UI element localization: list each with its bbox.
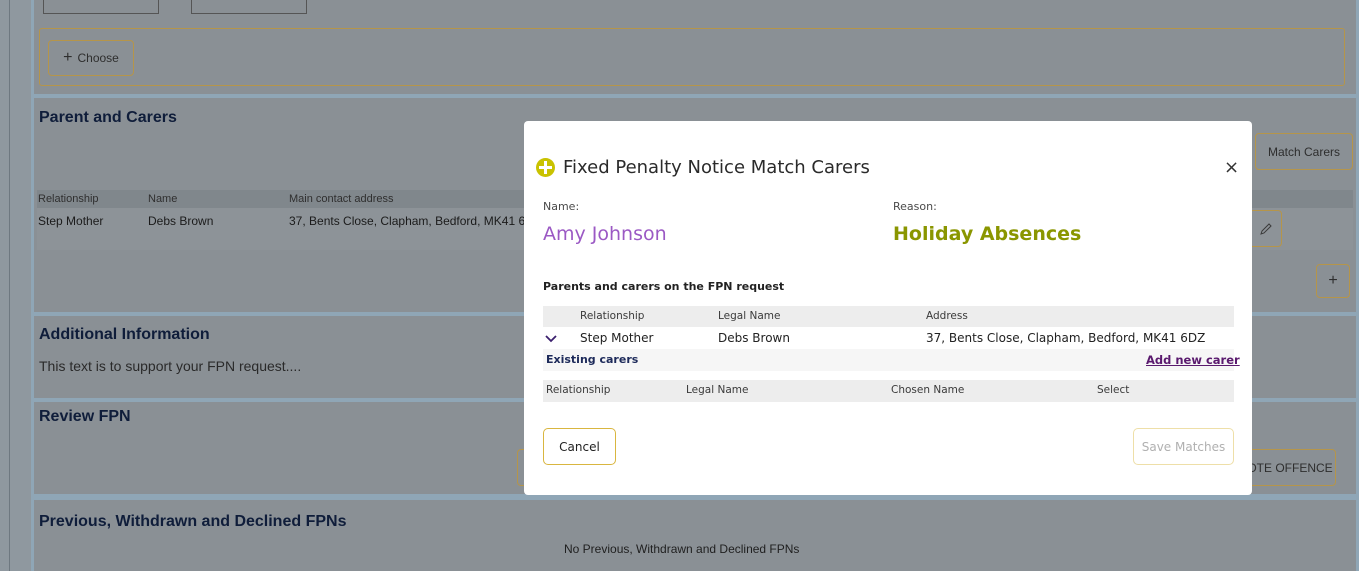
name-label: Name:: [543, 200, 580, 213]
note-offence-button[interactable]: OTE OFFENCE: [1244, 449, 1336, 486]
request-header-address: Address: [926, 310, 968, 322]
existing-header-relationship: Relationship: [546, 384, 611, 396]
carer-name: Debs Brown: [148, 214, 214, 228]
carer-header-relationship: Relationship: [38, 193, 99, 205]
plus-icon: +: [63, 49, 73, 66]
plus-circle-icon: [536, 158, 555, 177]
edit-carer-button[interactable]: [1249, 210, 1282, 247]
close-icon[interactable]: ×: [1224, 157, 1239, 178]
gutter-divider: [9, 0, 10, 571]
chevron-down-icon[interactable]: [544, 332, 558, 346]
modal-title: Fixed Penalty Notice Match Carers: [563, 157, 870, 178]
existing-table-header: Relationship Legal Name Chosen Name Sele…: [543, 380, 1234, 402]
request-header-relationship: Relationship: [580, 310, 645, 322]
carer-header-address: Main contact address: [289, 193, 394, 205]
match-carers-button[interactable]: Match Carers: [1255, 133, 1353, 170]
existing-header-chosen-name: Chosen Name: [891, 384, 965, 396]
carer-header-name: Name: [148, 193, 178, 205]
choose-button-label: Choose: [77, 51, 119, 65]
review-title: Review FPN: [39, 408, 131, 425]
previous-fpn-panel: Previous, Withdrawn and Declined FPNs No…: [34, 500, 1356, 571]
existing-carers-label: Existing carers: [546, 353, 639, 366]
add-carer-button[interactable]: +: [1316, 264, 1350, 298]
reason-value: Holiday Absences: [893, 223, 1082, 245]
carer-address: 37, Bents Close, Clapham, Bedford, MK41 …: [289, 214, 529, 228]
top-box-right[interactable]: [191, 0, 307, 14]
parent-carers-title: Parent and Carers: [39, 109, 177, 126]
additional-info-text: This text is to support your FPN request…: [39, 358, 302, 374]
request-legal-name: Debs Brown: [718, 331, 790, 345]
top-box-left[interactable]: [43, 0, 159, 14]
previous-fpn-title: Previous, Withdrawn and Declined FPNs: [39, 513, 347, 530]
carer-relationship: Step Mother: [38, 214, 104, 228]
match-carers-modal: Fixed Penalty Notice Match Carers × Name…: [524, 121, 1252, 495]
choose-button[interactable]: + Choose: [48, 40, 134, 76]
add-new-carer-link[interactable]: Add new carer: [1146, 353, 1240, 367]
request-carers-heading: Parents and carers on the FPN request: [543, 280, 785, 293]
cancel-button[interactable]: Cancel: [543, 428, 616, 465]
pencil-icon: [1259, 222, 1272, 235]
request-header-legal-name: Legal Name: [718, 310, 781, 322]
save-matches-button[interactable]: Save Matches: [1133, 428, 1234, 465]
additional-info-title: Additional Information: [39, 326, 210, 343]
request-table-header: Relationship Legal Name Address: [543, 306, 1234, 327]
left-gutter: [0, 0, 31, 571]
request-relationship: Step Mother: [580, 331, 654, 345]
existing-header-select: Select: [1097, 384, 1130, 396]
selection-panel: + Choose: [34, 0, 1356, 94]
reason-label: Reason:: [893, 200, 937, 213]
choose-area: [39, 28, 1345, 86]
child-name: Amy Johnson: [543, 223, 667, 245]
request-address: 37, Bents Close, Clapham, Bedford, MK41 …: [926, 331, 1206, 345]
existing-carers-bar: [543, 349, 1234, 371]
previous-fpn-empty: No Previous, Withdrawn and Declined FPNs: [564, 542, 800, 556]
existing-header-legal-name: Legal Name: [686, 384, 749, 396]
add-icon: +: [1328, 272, 1338, 289]
